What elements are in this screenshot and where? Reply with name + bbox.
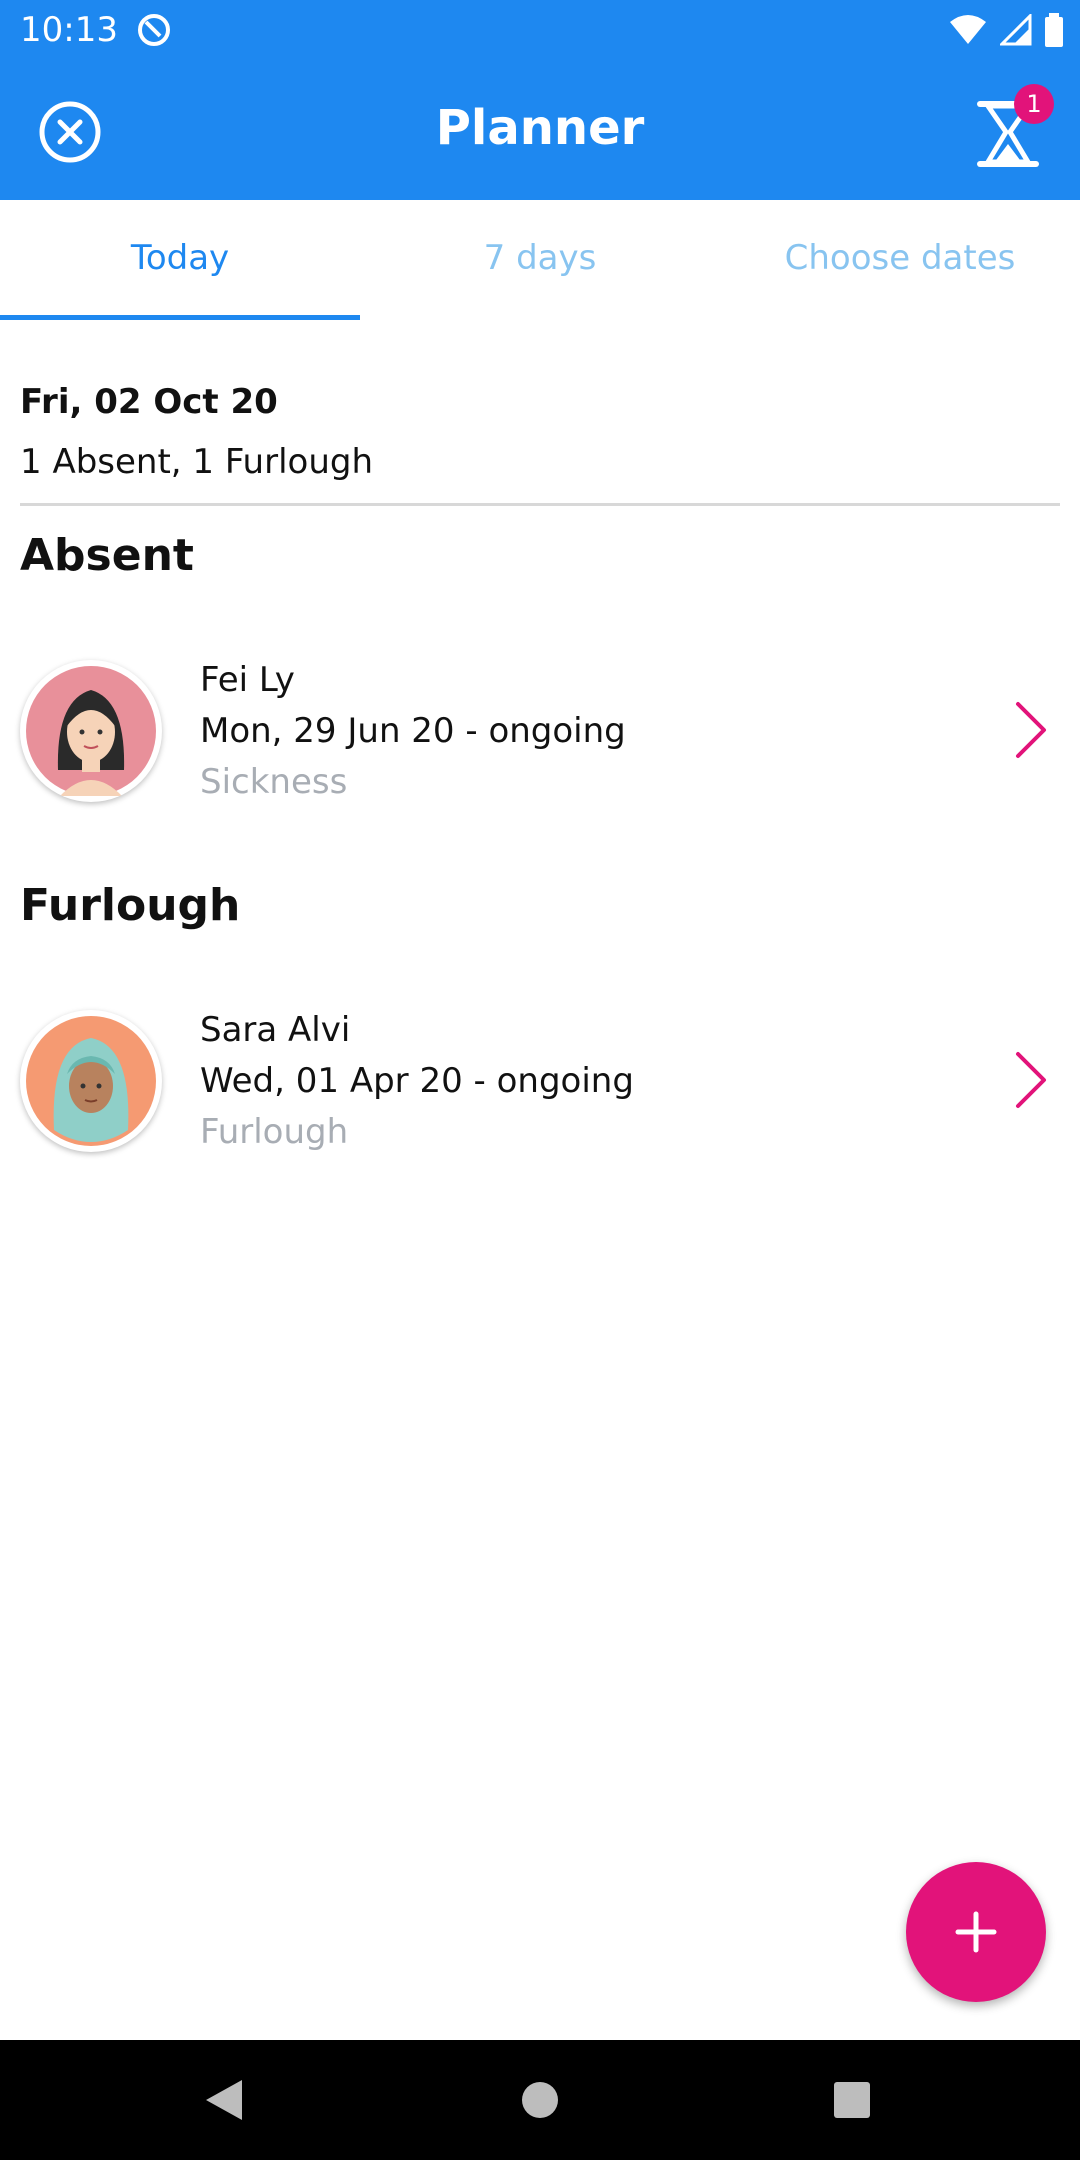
battery-icon	[1045, 13, 1063, 47]
add-button[interactable]	[906, 1862, 1046, 2002]
list-item-sara-alvi[interactable]: Sara Alvi Wed, 01 Apr 20 - ongoing Furlo…	[0, 990, 1080, 1190]
back-icon[interactable]	[200, 2078, 248, 2122]
date-heading: Fri, 02 Oct 20	[20, 382, 278, 422]
summary-counts: 1 Absent, 1 Furlough	[20, 442, 373, 482]
tab-today[interactable]: Today	[0, 238, 360, 278]
avatar	[20, 1010, 162, 1152]
section-title-absent: Absent	[20, 530, 194, 581]
recents-icon[interactable]	[832, 2080, 872, 2120]
avatar-sara-alvi	[26, 1016, 156, 1146]
system-icons	[948, 12, 1064, 48]
absence-type: Sickness	[200, 762, 348, 802]
person-name: Sara Alvi	[200, 1010, 351, 1050]
status-bar: 10:13	[0, 0, 1080, 60]
chevron-right-icon[interactable]	[1010, 700, 1052, 760]
tab-indicator	[0, 315, 360, 320]
app-indicator-icon	[138, 14, 170, 46]
notification-badge: 1	[1014, 84, 1054, 124]
tab-7-days[interactable]: 7 days	[360, 238, 720, 278]
chevron-right-icon[interactable]	[1010, 1050, 1052, 1110]
absence-type: Furlough	[200, 1112, 349, 1152]
home-icon[interactable]	[520, 2080, 560, 2120]
page-title: Planner	[435, 100, 645, 156]
absence-dates: Mon, 29 Jun 20 - ongoing	[200, 711, 626, 751]
plus-icon	[955, 1911, 997, 1953]
list-item-fei-ly[interactable]: Fei Ly Mon, 29 Jun 20 - ongoing Sickness	[0, 640, 1080, 840]
status-time: 10:13	[20, 10, 118, 50]
section-title-furlough: Furlough	[20, 880, 241, 931]
person-name: Fei Ly	[200, 660, 295, 700]
cellular-signal-icon	[1000, 14, 1032, 46]
tab-bar: Today 7 days Choose dates	[0, 200, 1080, 320]
wifi-icon	[950, 15, 986, 44]
avatar	[20, 660, 162, 802]
system-navigation-bar	[0, 2040, 1080, 2160]
divider	[20, 503, 1060, 506]
app-bar: 10:13 Planner 1	[0, 0, 1080, 200]
absence-dates: Wed, 01 Apr 20 - ongoing	[200, 1061, 634, 1101]
tab-choose-dates[interactable]: Choose dates	[720, 238, 1080, 278]
avatar-fei-ly	[26, 666, 156, 796]
